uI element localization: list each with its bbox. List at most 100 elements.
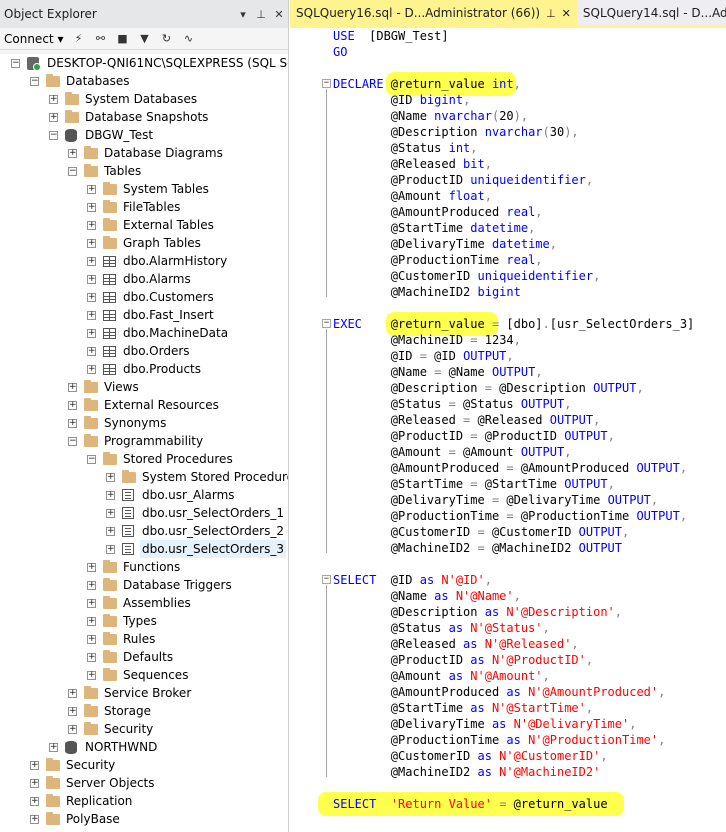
tree-node[interactable]: + Graph Tables [0, 234, 288, 252]
tree-node[interactable]: + Server Objects [0, 774, 288, 792]
expand-icon[interactable]: + [87, 653, 96, 662]
tree-node[interactable]: + System Stored Procedures [0, 468, 288, 486]
tree-node[interactable]: + dbo.Fast_Insert [0, 306, 288, 324]
tree-node[interactable]: + Database Diagrams [0, 144, 288, 162]
expand-icon[interactable]: + [68, 383, 77, 392]
tree-node[interactable]: + dbo.usr_SelectOrders_3 [0, 540, 288, 558]
expand-icon[interactable]: + [49, 113, 58, 122]
tree-node[interactable]: + Sequences [0, 666, 288, 684]
tree-node[interactable]: + dbo.usr_SelectOrders_1 [0, 504, 288, 522]
tree-node[interactable]: + Functions [0, 558, 288, 576]
collapse-region-icon[interactable]: − [322, 319, 331, 328]
expand-icon[interactable]: + [87, 599, 96, 608]
expand-icon[interactable]: + [87, 275, 96, 284]
tree-node[interactable]: − DBGW_Test [0, 126, 288, 144]
expand-icon[interactable]: + [87, 239, 96, 248]
tree-node[interactable]: + Types [0, 612, 288, 630]
tree-node[interactable]: + FileTables [0, 198, 288, 216]
filter-icon[interactable]: ▼ [137, 32, 151, 46]
tree-node[interactable]: + Defaults [0, 648, 288, 666]
tab-sqlquery16[interactable]: SQLQuery16.sql - D...Administrator (66))… [290, 0, 577, 26]
collapse-icon[interactable]: − [11, 59, 20, 68]
collapse-icon[interactable]: − [30, 77, 39, 86]
tree-node[interactable]: + dbo.usr_SelectOrders_2 [0, 522, 288, 540]
tree-node[interactable]: + Security [0, 756, 288, 774]
expand-icon[interactable]: + [68, 707, 77, 716]
tree-node[interactable]: + External Tables [0, 216, 288, 234]
tree-node[interactable]: − Programmability [0, 432, 288, 450]
expand-icon[interactable]: + [68, 725, 77, 734]
expand-icon[interactable]: + [106, 527, 115, 536]
expand-icon[interactable]: + [30, 797, 39, 806]
tree-node[interactable]: + External Resources [0, 396, 288, 414]
tree-node[interactable]: + dbo.Alarms [0, 270, 288, 288]
tree-node[interactable]: + dbo.Orders [0, 342, 288, 360]
expand-icon[interactable]: + [68, 689, 77, 698]
stop-icon[interactable]: ■ [115, 32, 129, 46]
expand-icon[interactable]: + [87, 635, 96, 644]
dropdown-icon[interactable]: ▾ [234, 8, 252, 21]
tree-node[interactable]: + Database Triggers [0, 576, 288, 594]
refresh-icon[interactable]: ↻ [159, 32, 173, 46]
expand-icon[interactable]: + [87, 311, 96, 320]
collapse-region-icon[interactable]: − [322, 79, 331, 88]
expand-icon[interactable]: + [49, 743, 58, 752]
expand-icon[interactable]: + [30, 779, 39, 788]
expand-icon[interactable]: + [30, 815, 39, 824]
tree-node[interactable]: + Replication [0, 792, 288, 810]
tree-node[interactable]: + Rules [0, 630, 288, 648]
code-area[interactable]: USE [DBGW_Test] GO DECLARE @return_value i… [290, 28, 726, 832]
collapse-icon[interactable]: − [87, 455, 96, 464]
tree-node[interactable]: − Stored Procedures [0, 450, 288, 468]
expand-icon[interactable]: + [87, 203, 96, 212]
collapse-region-icon[interactable]: − [322, 575, 331, 584]
expand-icon[interactable]: + [68, 149, 77, 158]
expand-icon[interactable]: + [87, 221, 96, 230]
tree-node[interactable]: + Storage [0, 702, 288, 720]
tree-node[interactable]: + dbo.MachineData [0, 324, 288, 342]
expand-icon[interactable]: + [87, 671, 96, 680]
tree-node[interactable]: + Assemblies [0, 594, 288, 612]
tree-node[interactable]: − DESKTOP-QNI61NC\SQLEXPRESS (SQL Server … [0, 54, 288, 72]
tree-node[interactable]: + NORTHWND [0, 738, 288, 756]
tree-node[interactable]: + Database Snapshots [0, 108, 288, 126]
pin-icon[interactable]: ⊥ [252, 8, 270, 21]
expand-icon[interactable]: + [106, 473, 115, 482]
tree-node[interactable]: + Service Broker [0, 684, 288, 702]
tree-node[interactable]: + dbo.AlarmHistory [0, 252, 288, 270]
collapse-icon[interactable]: − [68, 167, 77, 176]
expand-icon[interactable]: + [106, 509, 115, 518]
expand-icon[interactable]: + [106, 491, 115, 500]
expand-icon[interactable]: + [87, 329, 96, 338]
activity-monitor-icon[interactable]: ∿ [181, 32, 195, 46]
expand-icon[interactable]: + [87, 365, 96, 374]
tree-node[interactable]: + dbo.Customers [0, 288, 288, 306]
tree-node[interactable]: + Synonyms [0, 414, 288, 432]
tree-node[interactable]: + System Databases [0, 90, 288, 108]
collapse-icon[interactable]: − [49, 131, 58, 140]
expand-icon[interactable]: + [87, 185, 96, 194]
collapse-icon[interactable]: − [68, 437, 77, 446]
tree-node[interactable]: − Databases [0, 72, 288, 90]
tree-node[interactable]: + dbo.usr_Alarms [0, 486, 288, 504]
expand-icon[interactable]: + [87, 581, 96, 590]
pin-icon[interactable]: ⊥ [546, 7, 556, 20]
expand-icon[interactable]: + [87, 293, 96, 302]
expand-icon[interactable]: + [87, 617, 96, 626]
connect-plug-icon[interactable]: ⚡ [71, 32, 85, 46]
connect-button[interactable]: Connect ▾ [4, 32, 63, 46]
expand-icon[interactable]: + [68, 401, 77, 410]
tree-node[interactable]: + Views [0, 378, 288, 396]
disconnect-icon[interactable]: ⚯ [93, 32, 107, 46]
expand-icon[interactable]: + [106, 545, 115, 554]
tree-node[interactable]: + dbo.Products [0, 360, 288, 378]
expand-icon[interactable]: + [68, 419, 77, 428]
expand-icon[interactable]: + [87, 347, 96, 356]
tree-node[interactable]: − Tables [0, 162, 288, 180]
tree-node[interactable]: + System Tables [0, 180, 288, 198]
tree-node[interactable]: + Security [0, 720, 288, 738]
expand-icon[interactable]: + [30, 761, 39, 770]
close-icon[interactable]: ✕ [270, 8, 288, 21]
expand-icon[interactable]: + [49, 95, 58, 104]
expand-icon[interactable]: + [87, 257, 96, 266]
